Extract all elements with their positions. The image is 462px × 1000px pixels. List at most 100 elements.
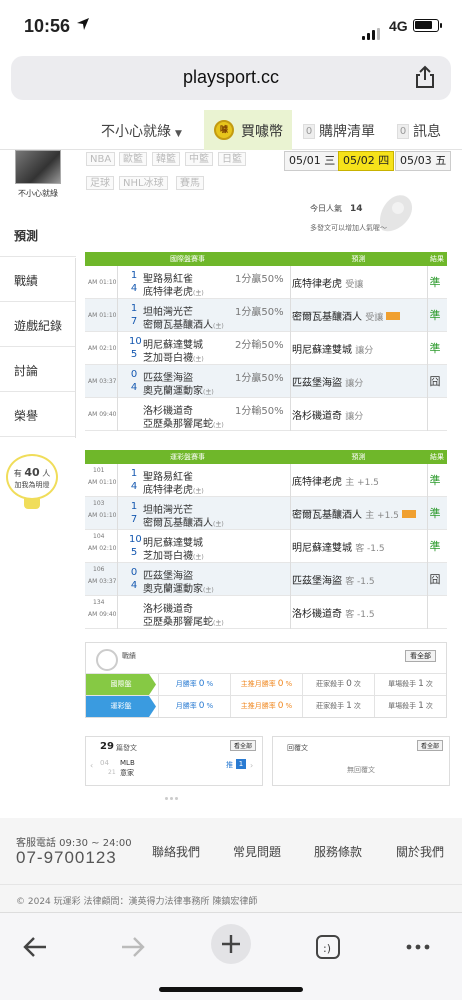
tag-horse-racing[interactable]: 賽馬: [176, 176, 204, 190]
lottery-row: 104 AM 02:10 10 5 明尼蘇達雙城 芝加哥白襪(主) 明尼蘇達雙城 客 -1.…: [85, 530, 447, 563]
popularity-count: 40: [24, 466, 40, 479]
address-bar[interactable]: playsport.cc: [11, 56, 451, 100]
tag-kr-basketball[interactable]: 韓籃: [152, 152, 180, 166]
record-row: 運彩盤 月勝率 0% 主推月勝率 0% 莊家殺手 1 次單場殺手 1 次: [86, 695, 446, 717]
tag-eu-basketball[interactable]: 歐籃: [119, 152, 147, 166]
lottery-row: 103 AM 01:10 1 7 坦帕灣光芒 密爾瓦基釀酒人(主) 密爾瓦基釀酒人 主 +1…: [85, 497, 447, 530]
buy-coin-button[interactable]: 噱 買噱幣: [204, 110, 292, 150]
sidebar-item-game-log[interactable]: 遊戲紀錄: [0, 303, 76, 347]
pick-team: 匹茲堡海盜: [292, 378, 342, 389]
date-0502[interactable]: 05/02 四: [338, 151, 395, 171]
posts-see-all-button[interactable]: 看全部: [229, 740, 256, 751]
home-team-name: 芝加哥白襪: [143, 353, 193, 364]
home-team[interactable]: 底特律老虎(主): [143, 283, 204, 298]
result: 準: [429, 474, 441, 487]
record-see-all-button[interactable]: 看全部: [405, 650, 436, 662]
match-id: 101: [93, 467, 105, 474]
sidebar-divider: [75, 258, 76, 438]
sidebar-item-record[interactable]: 戰績: [0, 258, 76, 302]
prediction: 匹茲堡海盜 讓分: [292, 374, 363, 389]
footer-about-link[interactable]: 關於我們: [396, 843, 444, 860]
home-score: 4: [130, 580, 138, 591]
match-time: AM 01:10: [88, 479, 117, 486]
chevron-left-icon[interactable]: ‹: [90, 761, 93, 770]
network-label: 4G: [389, 18, 408, 34]
away-score: 10: [129, 336, 142, 347]
home-team[interactable]: 芝加哥白襪(主): [143, 547, 204, 562]
footer-contact-link[interactable]: 聯絡我們: [152, 843, 200, 860]
location-arrow-icon: [77, 18, 89, 30]
home-team[interactable]: 芝加哥白襪(主): [143, 349, 204, 364]
user-menu[interactable]: 不小心就綠 ▼: [101, 121, 182, 141]
match-time: AM 09:40: [88, 411, 117, 418]
home-score: 4: [130, 481, 138, 492]
home-team[interactable]: 亞歷桑那響尾蛇(主): [143, 613, 224, 628]
user-name: 不小心就綠: [101, 124, 171, 140]
tag-nba[interactable]: NBA: [86, 152, 116, 166]
cart-link[interactable]: 0 購牌清單: [303, 121, 375, 141]
away-score: 1: [130, 270, 138, 281]
pick-type: 客 -1.5: [345, 610, 375, 620]
chevron-right-icon[interactable]: ›: [250, 761, 253, 770]
message-link[interactable]: 0 訊息: [397, 121, 441, 141]
post-title[interactable]: 意家: [120, 768, 134, 778]
result: 囧: [429, 573, 441, 586]
footer-divider: [0, 884, 462, 885]
sidebar-item-predict[interactable]: 預測: [0, 213, 76, 257]
home-team[interactable]: 密爾瓦基釀酒人(主): [143, 514, 224, 529]
home-team[interactable]: 奧克蘭運動家(主): [143, 580, 214, 595]
plus-icon: [222, 935, 240, 953]
status-time: 10:56: [24, 16, 71, 36]
result: 囧: [429, 375, 441, 388]
share-icon[interactable]: [414, 65, 436, 89]
home-team-name: 密爾瓦基釀酒人: [143, 518, 213, 529]
service-phone[interactable]: 07-9700123: [16, 848, 117, 868]
away-score: 0: [130, 567, 138, 578]
url-text[interactable]: playsport.cc: [11, 67, 451, 88]
record-type: 運彩盤: [86, 696, 156, 717]
date-0501[interactable]: 05/01 三: [284, 151, 341, 171]
prediction: 密爾瓦基釀酒人 受讓: [292, 308, 401, 323]
home-team[interactable]: 奧克蘭運動家(主): [143, 382, 214, 397]
back-arrow-icon[interactable]: [16, 927, 56, 967]
forward-arrow-icon[interactable]: [112, 927, 152, 967]
tag-cn-basketball[interactable]: 中籃: [185, 152, 213, 166]
away-score: 1: [130, 501, 138, 512]
tag-nhl[interactable]: NHL冰球: [119, 176, 168, 190]
new-tab-button[interactable]: [211, 924, 251, 964]
home-team-name: 奧克蘭運動家: [143, 584, 203, 595]
post-league: MLB: [120, 759, 135, 767]
home-team[interactable]: 底特律老虎(主): [143, 481, 204, 496]
home-score: 7: [130, 316, 138, 327]
service-phone-label: 客服電話 09:30 ~ 24:00: [16, 838, 132, 849]
date-0503[interactable]: 05/03 五: [395, 151, 452, 171]
match-time: AM 03:37: [88, 578, 117, 585]
intl-row: AM 02:10 10 5 明尼蘇達雙城 芝加哥白襪(主) 2分輸50% 明尼蘇達雙城 讓分…: [85, 332, 447, 365]
tabs-icon[interactable]: :): [308, 927, 348, 967]
sidebar-item-discuss[interactable]: 討論: [0, 348, 76, 392]
footer-faq-link[interactable]: 常見問題: [233, 843, 281, 860]
home-team-name: 亞歷桑那響尾蛇: [143, 617, 213, 628]
prediction: 洛杉磯道奇 客 -1.5: [292, 605, 375, 620]
tag-soccer[interactable]: 足球: [86, 176, 114, 190]
sidebar-item-honor[interactable]: 榮譽: [0, 393, 76, 437]
avatar[interactable]: [15, 150, 61, 184]
lottery-col-match: 運彩盤賽事: [170, 453, 205, 461]
record-type: 國際盤: [86, 674, 156, 695]
follow-bulb-button[interactable]: 有 40 人 加我為明燈: [4, 454, 60, 514]
post-push-count: 1: [236, 759, 246, 769]
home-team-name: 芝加哥白襪: [143, 551, 193, 562]
home-score: 5: [130, 349, 138, 360]
hot-badge-icon: [401, 510, 416, 518]
cart-count: 0: [303, 124, 315, 139]
replies-see-all-button[interactable]: 看全部: [416, 740, 443, 751]
footer-terms-link[interactable]: 服務條款: [314, 843, 362, 860]
home-team[interactable]: 亞歷桑那響尾蛇(主): [143, 415, 224, 430]
tag-jp-basketball[interactable]: 日籃: [218, 152, 246, 166]
match-id: 106: [93, 566, 105, 573]
home-team[interactable]: 密爾瓦基釀酒人(主): [143, 316, 224, 331]
decoration-icon: [379, 195, 413, 232]
more-icon[interactable]: [398, 927, 438, 967]
signal-icon: [362, 21, 382, 40]
pick-team: 洛杉磯道奇: [292, 609, 342, 620]
